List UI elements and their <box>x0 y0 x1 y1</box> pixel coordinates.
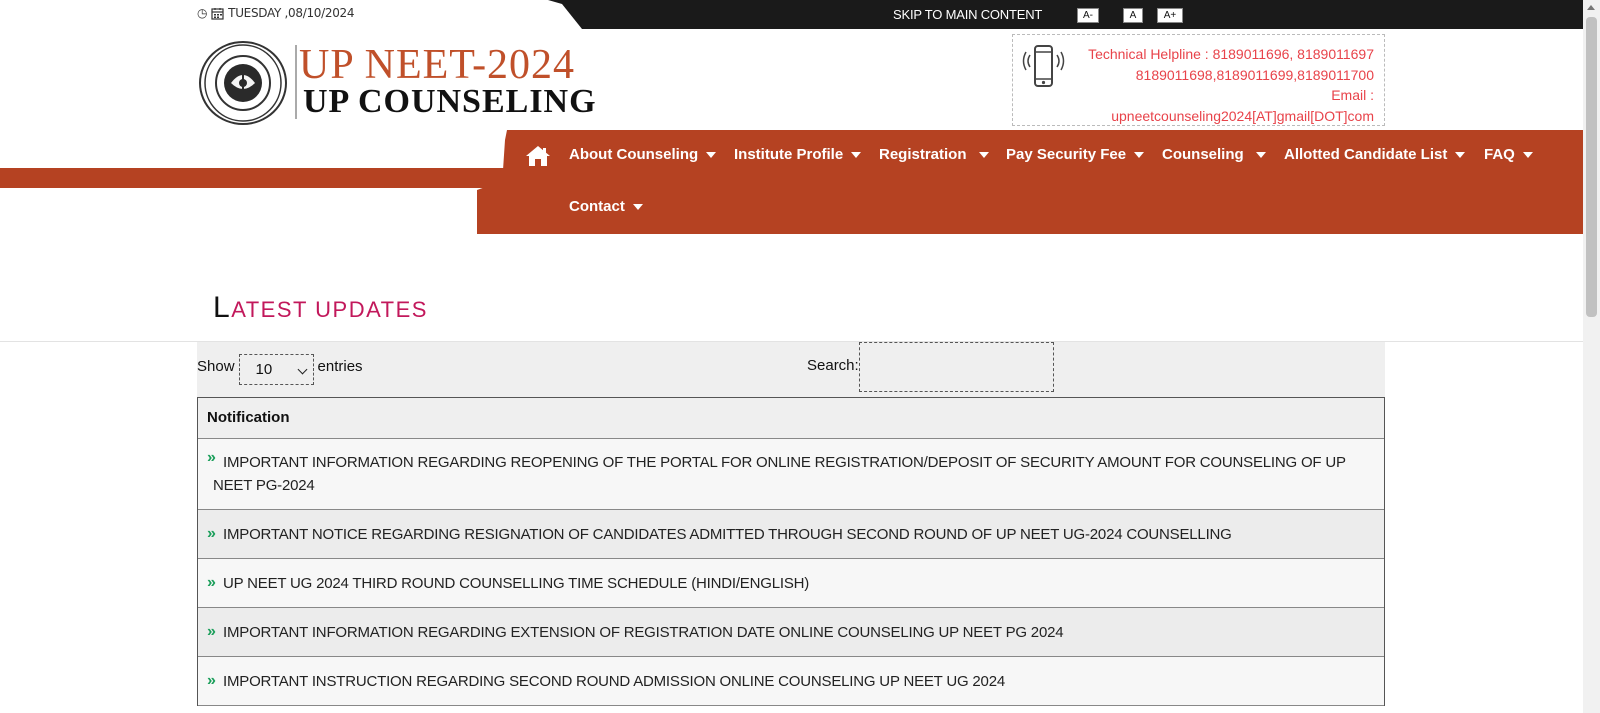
date-text: TUESDAY ,08/10/2024 <box>228 6 355 20</box>
nav-faq[interactable]: FAQ <box>1484 146 1533 163</box>
double-chevron-right-icon: » <box>207 672 216 689</box>
show-label: Show <box>197 358 235 375</box>
mobile-phone-icon <box>1022 45 1065 87</box>
table-row[interactable]: » IMPORTANT INFORMATION REGARDING REOPENI… <box>198 439 1384 510</box>
nav-label: Institute Profile <box>734 146 844 163</box>
header-accent-band <box>0 168 510 188</box>
scroll-up-icon[interactable] <box>1587 5 1595 10</box>
notification-link[interactable]: IMPORTANT INFORMATION REGARDING REOPENIN… <box>213 451 1354 497</box>
caret-down-icon <box>632 203 643 210</box>
site-logo[interactable]: UP NEET-2024 UP COUNSELING <box>199 41 619 125</box>
entries-per-page-select[interactable]: 10 <box>238 354 314 385</box>
helpline-box: Technical Helpline : 8189011696, 8189011… <box>1012 34 1385 126</box>
email-address[interactable]: upneetcounseling2024[AT]gmail[DOT]com <box>1073 106 1374 127</box>
notification-link[interactable]: UP NEET UG 2024 THIRD ROUND COUNSELLING … <box>223 572 809 595</box>
nav-counseling[interactable]: Counseling <box>1162 146 1266 163</box>
double-chevron-right-icon: » <box>207 623 216 640</box>
nav-about-counseling[interactable]: About Counseling <box>569 146 717 163</box>
entries-selected-value: 10 <box>255 361 273 378</box>
nav-label: Allotted Candidate List <box>1284 146 1448 163</box>
nav-contact[interactable]: Contact <box>569 198 643 215</box>
nav-institute-profile[interactable]: Institute Profile <box>734 146 862 163</box>
calendar-icon <box>211 7 224 20</box>
heading-rest: ATEST UPDATES <box>231 297 428 322</box>
double-chevron-right-icon: » <box>207 449 216 466</box>
caret-down-icon <box>1455 151 1466 158</box>
caret-down-icon <box>1255 151 1266 158</box>
home-icon[interactable] <box>525 145 551 167</box>
caret-down-icon <box>1522 151 1533 158</box>
scrollbar-thumb[interactable] <box>1586 17 1597 317</box>
font-decrease-button[interactable]: A- <box>1077 8 1099 23</box>
search-label: Search: <box>807 357 859 374</box>
table-row[interactable]: » IMPORTANT INFORMATION REGARDING EXTENSI… <box>198 608 1384 657</box>
double-chevron-right-icon: » <box>207 574 216 591</box>
nav-label: Pay Security Fee <box>1006 146 1127 163</box>
nav-label: FAQ <box>1484 146 1515 163</box>
nav-label: About Counseling <box>569 146 699 163</box>
search-input[interactable] <box>859 342 1054 392</box>
nav-label: Registration <box>879 146 967 163</box>
heading-initial: L <box>213 291 232 324</box>
up-government-emblem-icon <box>199 41 287 125</box>
page-scrollbar[interactable] <box>1583 0 1600 713</box>
nav-registration[interactable]: Registration <box>879 146 989 163</box>
notification-link[interactable]: IMPORTANT INFORMATION REGARDING EXTENSIO… <box>223 621 1064 644</box>
date-display: ◷ TUESDAY ,08/10/2024 <box>197 6 355 20</box>
chevron-down-icon <box>297 364 307 375</box>
entries-label: entries <box>317 358 363 375</box>
logo-divider <box>295 45 297 119</box>
double-chevron-right-icon: » <box>207 525 216 542</box>
helpline-numbers-line2: 8189011698,8189011699,8189011700 <box>1135 66 1374 83</box>
nav-pay-security-fee[interactable]: Pay Security Fee <box>1006 146 1145 163</box>
nav-allotted-candidate-list[interactable]: Allotted Candidate List <box>1284 146 1466 163</box>
font-increase-button[interactable]: A+ <box>1157 8 1183 23</box>
caret-down-icon <box>1134 151 1145 158</box>
logo-subtitle: UP COUNSELING <box>303 83 597 120</box>
skip-to-main-content-link[interactable]: SKIP TO MAIN CONTENT <box>893 7 1042 22</box>
clock-icon: ◷ <box>197 6 208 20</box>
email-label: Email : <box>1331 87 1374 104</box>
nav-label: Contact <box>569 198 625 215</box>
table-row[interactable]: » IMPORTANT INSTRUCTION REGARDING SECOND … <box>198 657 1384 706</box>
caret-down-icon <box>851 151 862 158</box>
column-header-notification[interactable]: Notification <box>198 398 1384 439</box>
font-normal-button[interactable]: A <box>1123 8 1143 23</box>
caret-down-icon <box>706 151 717 158</box>
nav-label: Counseling <box>1162 146 1244 163</box>
notification-link[interactable]: IMPORTANT INSTRUCTION REGARDING SECOND R… <box>223 670 1005 693</box>
table-row[interactable]: » UP NEET UG 2024 THIRD ROUND COUNSELLING… <box>198 559 1384 608</box>
entries-control: Show 10 entries <box>197 348 363 385</box>
helpline-numbers-line1: Technical Helpline : 8189011696, 8189011… <box>1088 46 1374 62</box>
table-controls: Show 10 entries Search: <box>197 342 1385 397</box>
logo-title: UP NEET-2024 <box>299 42 576 88</box>
notification-link[interactable]: IMPORTANT NOTICE REGARDING RESIGNATION O… <box>223 523 1232 546</box>
latest-updates-heading: LATEST UPDATES <box>213 291 428 325</box>
caret-down-icon <box>978 151 989 158</box>
notifications-table: Notification » IMPORTANT INFORMATION REGA… <box>197 397 1385 706</box>
table-row[interactable]: » IMPORTANT NOTICE REGARDING RESIGNATION … <box>198 510 1384 559</box>
